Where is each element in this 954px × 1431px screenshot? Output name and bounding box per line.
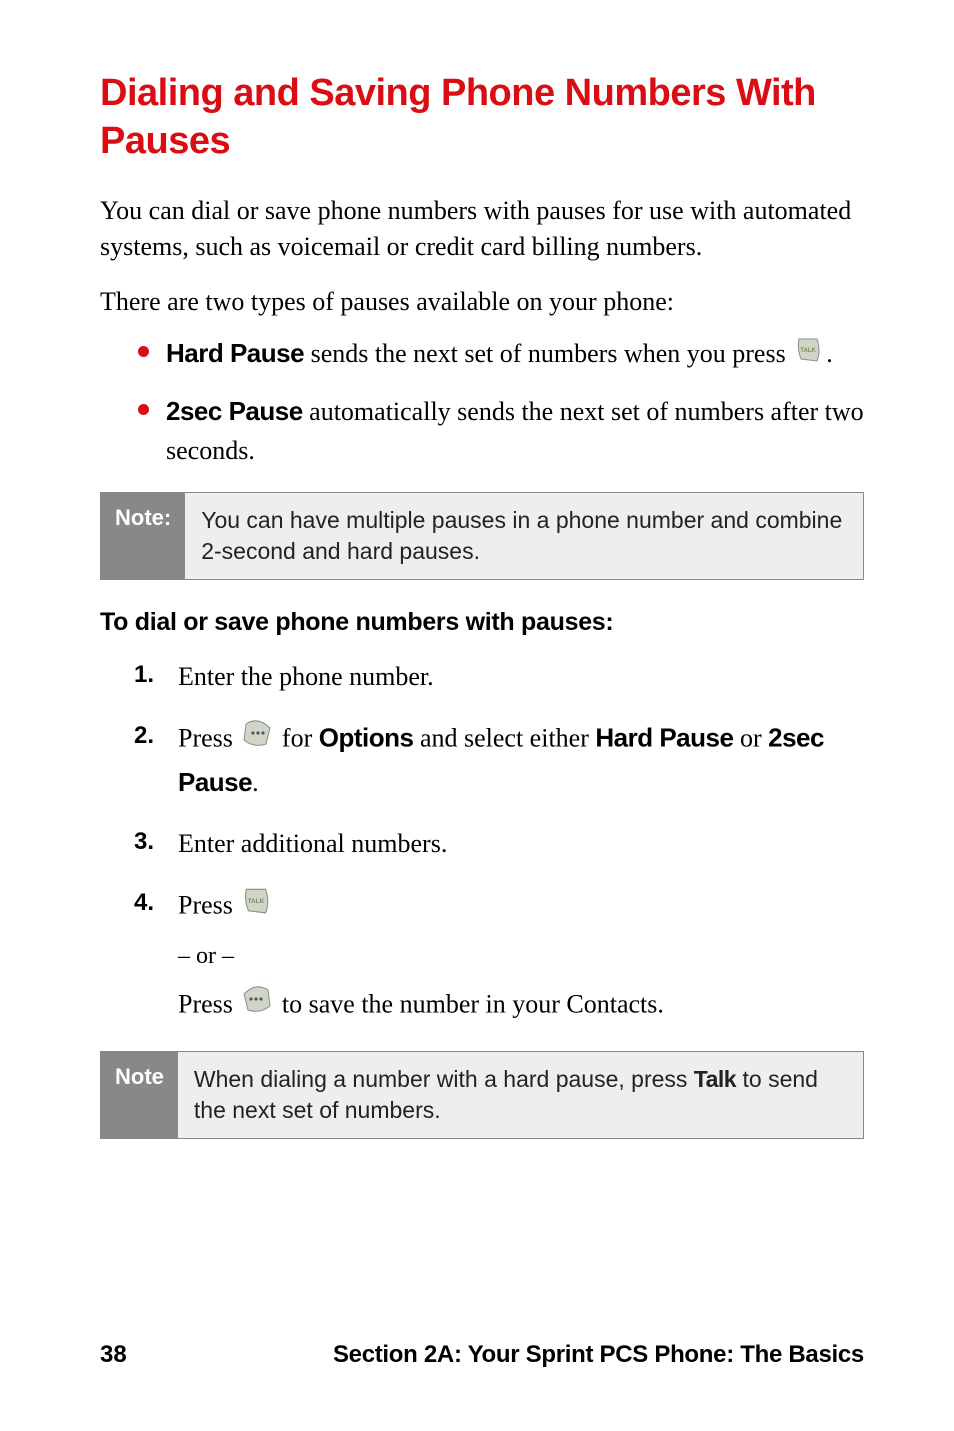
note-text: When dialing a number with a hard pause,… <box>178 1052 863 1138</box>
steps-heading: To dial or save phone numbers with pause… <box>100 608 864 637</box>
step-text-press2: Press <box>178 989 239 1018</box>
or-divider: – or – <box>178 938 864 974</box>
list-item: Hard Pause sends the next set of numbers… <box>138 334 864 378</box>
softkey-right-icon <box>242 718 272 759</box>
step-text-press: Press <box>178 723 239 752</box>
step-text: Enter the phone number. <box>178 662 434 691</box>
step-item: Enter additional numbers. <box>134 824 864 863</box>
page-number: 38 <box>100 1341 127 1369</box>
bullet-text-post: . <box>826 339 833 368</box>
step-sub-line: Press to save the number in your Contact… <box>178 984 864 1029</box>
note-box-1: Note: You can have multiple pauses in a … <box>100 492 864 580</box>
step-text-press: Press <box>178 890 239 919</box>
step-text-period: . <box>252 768 259 797</box>
note-text: You can have multiple pauses in a phone … <box>185 493 863 579</box>
talk-key-icon: TALK <box>242 885 272 926</box>
bullet-text-pre: sends the next set of numbers when you p… <box>304 339 792 368</box>
pause-types-list: Hard Pause sends the next set of numbers… <box>100 334 864 470</box>
hard-pause-label: Hard Pause <box>595 722 733 752</box>
svg-text:TALK: TALK <box>800 348 816 354</box>
page-title: Dialing and Saving Phone Numbers With Pa… <box>100 70 864 165</box>
section-title: Section 2A: Your Sprint PCS Phone: The B… <box>333 1341 864 1369</box>
note-label: Note: <box>101 493 185 579</box>
note-text-pre: When dialing a number with a hard pause,… <box>194 1066 694 1092</box>
step-item: Press for Options and select either Hard… <box>134 718 864 802</box>
page-content: Dialing and Saving Phone Numbers With Pa… <box>0 0 954 1431</box>
step-item: Press TALK – or – Press to save the numb… <box>134 885 864 1029</box>
talk-key-icon: TALK <box>795 335 823 374</box>
softkey-left-icon <box>242 984 272 1025</box>
svg-text:TALK: TALK <box>248 898 265 905</box>
intro-paragraph: You can dial or save phone numbers with … <box>100 193 864 266</box>
step-text-for: for <box>275 723 318 752</box>
note-box-2: Note When dialing a number with a hard p… <box>100 1051 864 1139</box>
bullet-label: Hard Pause <box>166 338 304 368</box>
step-item: Enter the phone number. <box>134 657 864 696</box>
steps-list: Enter the phone number. Press for Option… <box>100 657 864 1029</box>
list-item: 2sec Pause automatically sends the next … <box>138 392 864 470</box>
step-text-after: to save the number in your Contacts. <box>275 989 663 1018</box>
step-text-or: or <box>733 723 768 752</box>
page-footer: 38 Section 2A: Your Sprint PCS Phone: Th… <box>0 1341 954 1369</box>
lead-paragraph: There are two types of pauses available … <box>100 284 864 320</box>
talk-label: Talk <box>694 1066 736 1092</box>
step-text-and: and select either <box>413 723 595 752</box>
step-text: Enter additional numbers. <box>178 829 447 858</box>
note-label: Note <box>101 1052 178 1138</box>
bullet-label: 2sec Pause <box>166 396 303 426</box>
options-label: Options <box>319 722 414 752</box>
